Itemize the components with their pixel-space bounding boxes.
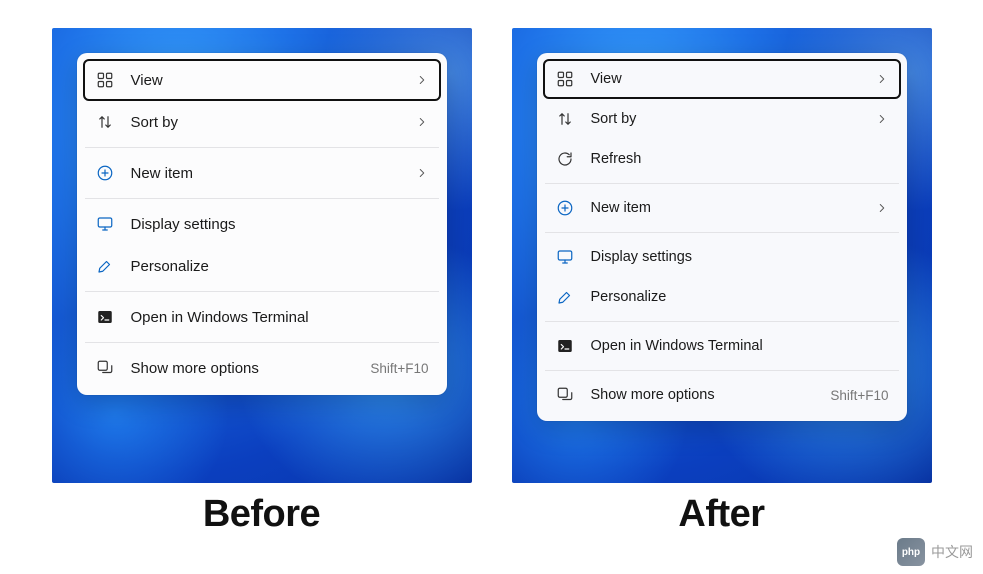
menu-item-label: Sort by xyxy=(131,114,415,131)
menu-item-sort[interactable]: Sort by xyxy=(543,99,901,139)
captions-row: Before After xyxy=(0,483,983,536)
menu-item-label: Open in Windows Terminal xyxy=(591,338,889,354)
chevron-right-icon xyxy=(415,115,429,129)
menu-item-shortcut: Shift+F10 xyxy=(830,388,888,403)
chevron-right-icon xyxy=(875,112,889,126)
more-options-icon xyxy=(95,358,115,378)
refresh-icon xyxy=(555,149,575,169)
menu-item-new[interactable]: New item xyxy=(543,188,901,228)
caption-after: After xyxy=(512,493,932,536)
menu-item-label: Display settings xyxy=(131,216,429,233)
menu-item-label: View xyxy=(591,71,875,87)
menu-item-terminal[interactable]: Open in Windows Terminal xyxy=(543,326,901,366)
menu-item-refresh[interactable]: Refresh xyxy=(543,139,901,179)
menu-item-more[interactable]: Show more optionsShift+F10 xyxy=(83,347,441,389)
grid-icon xyxy=(555,69,575,89)
menu-item-label: Sort by xyxy=(591,111,875,127)
menu-item-personalize[interactable]: Personalize xyxy=(83,245,441,287)
menu-item-label: Open in Windows Terminal xyxy=(131,309,429,326)
menu-item-view[interactable]: View xyxy=(83,59,441,101)
sort-icon xyxy=(555,109,575,129)
context-menu-after: View Sort by Refresh New item Display settin… xyxy=(537,53,907,421)
menu-item-terminal[interactable]: Open in Windows Terminal xyxy=(83,296,441,338)
terminal-icon xyxy=(95,307,115,327)
watermark: php 中文网 xyxy=(897,538,973,566)
more-options-icon xyxy=(555,385,575,405)
chevron-right-icon xyxy=(875,201,889,215)
after-panel: View Sort by Refresh New item Display settin… xyxy=(512,28,932,483)
menu-item-label: Personalize xyxy=(131,258,429,275)
display-icon xyxy=(95,214,115,234)
menu-divider xyxy=(545,183,899,184)
grid-icon xyxy=(95,70,115,90)
menu-item-label: New item xyxy=(591,200,875,216)
menu-divider xyxy=(545,232,899,233)
terminal-icon xyxy=(555,336,575,356)
menu-divider xyxy=(85,291,439,292)
sort-icon xyxy=(95,112,115,132)
menu-item-personalize[interactable]: Personalize xyxy=(543,277,901,317)
menu-item-label: View xyxy=(131,72,415,89)
chevron-right-icon xyxy=(415,73,429,87)
menu-item-label: Display settings xyxy=(591,249,889,265)
menu-item-label: Show more options xyxy=(131,360,371,377)
menu-divider xyxy=(545,321,899,322)
menu-item-shortcut: Shift+F10 xyxy=(370,361,428,376)
menu-divider xyxy=(545,370,899,371)
brush-icon xyxy=(555,287,575,307)
plus-circle-icon xyxy=(555,198,575,218)
menu-item-view[interactable]: View xyxy=(543,59,901,99)
menu-divider xyxy=(85,147,439,148)
caption-before: Before xyxy=(52,493,472,536)
menu-item-label: Personalize xyxy=(591,289,889,305)
menu-item-new[interactable]: New item xyxy=(83,152,441,194)
menu-item-label: Show more options xyxy=(591,387,831,403)
display-icon xyxy=(555,247,575,267)
menu-item-more[interactable]: Show more optionsShift+F10 xyxy=(543,375,901,415)
before-panel: View Sort by New item Display settings Perso… xyxy=(52,28,472,483)
menu-item-sort[interactable]: Sort by xyxy=(83,101,441,143)
chevron-right-icon xyxy=(415,166,429,180)
menu-item-label: New item xyxy=(131,165,415,182)
watermark-text: 中文网 xyxy=(931,542,973,562)
menu-divider xyxy=(85,198,439,199)
plus-circle-icon xyxy=(95,163,115,183)
menu-item-label: Refresh xyxy=(591,151,889,167)
chevron-right-icon xyxy=(875,72,889,86)
menu-item-display[interactable]: Display settings xyxy=(543,237,901,277)
watermark-logo: php xyxy=(897,538,925,566)
menu-divider xyxy=(85,342,439,343)
comparison-row: View Sort by New item Display settings Perso… xyxy=(0,0,983,483)
context-menu-before: View Sort by New item Display settings Perso… xyxy=(77,53,447,395)
menu-item-display[interactable]: Display settings xyxy=(83,203,441,245)
brush-icon xyxy=(95,256,115,276)
